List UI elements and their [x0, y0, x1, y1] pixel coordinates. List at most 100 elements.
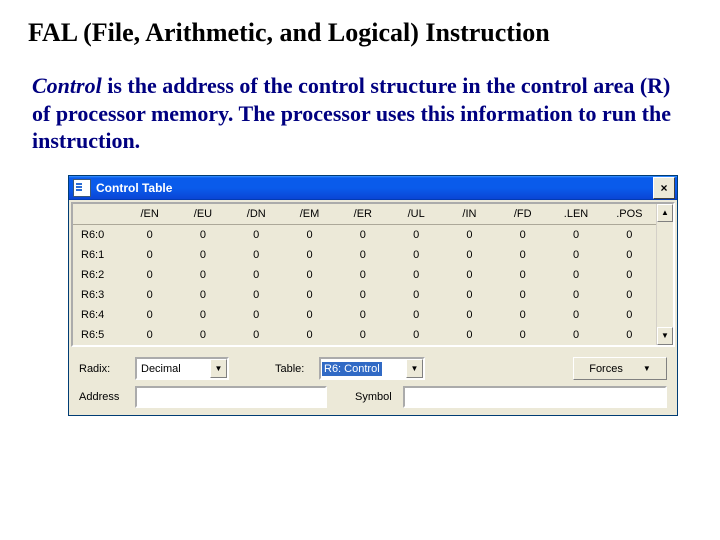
- cell[interactable]: 0: [283, 245, 336, 265]
- radix-value: Decimal: [137, 363, 210, 375]
- vertical-scrollbar[interactable]: ▲ ▼: [656, 204, 673, 345]
- cell[interactable]: 0: [496, 285, 549, 305]
- cell[interactable]: 0: [176, 305, 229, 325]
- table-row[interactable]: R6:00000000000: [73, 224, 656, 245]
- col-in: /IN: [443, 204, 496, 225]
- row-header: R6:1: [73, 245, 123, 265]
- cell[interactable]: 0: [230, 245, 283, 265]
- col-er: /ER: [336, 204, 389, 225]
- cell[interactable]: 0: [176, 224, 229, 245]
- symbol-input[interactable]: [403, 386, 667, 408]
- cell[interactable]: 0: [549, 305, 602, 325]
- chevron-down-icon[interactable]: ▼: [406, 359, 423, 378]
- table-row[interactable]: R6:40000000000: [73, 305, 656, 325]
- window-title: Control Table: [96, 181, 653, 195]
- col-fd: /FD: [496, 204, 549, 225]
- cell[interactable]: 0: [603, 224, 656, 245]
- cell[interactable]: 0: [176, 245, 229, 265]
- cell[interactable]: 0: [549, 245, 602, 265]
- cell[interactable]: 0: [389, 245, 442, 265]
- cell[interactable]: 0: [283, 305, 336, 325]
- address-input[interactable]: [135, 386, 327, 408]
- table-combo[interactable]: R6: Control ▼: [319, 357, 425, 380]
- cell[interactable]: 0: [443, 265, 496, 285]
- cell[interactable]: 0: [496, 305, 549, 325]
- titlebar[interactable]: Control Table ×: [69, 176, 677, 200]
- cell[interactable]: 0: [336, 224, 389, 245]
- cell[interactable]: 0: [443, 224, 496, 245]
- scroll-down-button[interactable]: ▼: [657, 327, 673, 345]
- cell[interactable]: 0: [123, 325, 176, 345]
- address-label: Address: [79, 391, 135, 403]
- cell[interactable]: 0: [549, 325, 602, 345]
- cell[interactable]: 0: [443, 285, 496, 305]
- cell[interactable]: 0: [389, 305, 442, 325]
- table-row[interactable]: R6:50000000000: [73, 325, 656, 345]
- cell[interactable]: 0: [549, 224, 602, 245]
- cell[interactable]: 0: [549, 265, 602, 285]
- cell[interactable]: 0: [230, 325, 283, 345]
- radix-combo[interactable]: Decimal ▼: [135, 357, 229, 380]
- control-table-window: Control Table × /EN /EU /DN /EM /ER /UL …: [68, 175, 678, 416]
- cell[interactable]: 0: [603, 285, 656, 305]
- cell[interactable]: 0: [443, 325, 496, 345]
- cell[interactable]: 0: [230, 285, 283, 305]
- cell[interactable]: 0: [230, 265, 283, 285]
- scroll-track[interactable]: [657, 222, 673, 327]
- table-row[interactable]: R6:20000000000: [73, 265, 656, 285]
- cell[interactable]: 0: [283, 224, 336, 245]
- forces-button[interactable]: Forces ▼: [573, 357, 667, 380]
- slide-title: FAL (File, Arithmetic, and Logical) Inst…: [28, 18, 692, 48]
- cell[interactable]: 0: [443, 245, 496, 265]
- cell[interactable]: 0: [123, 285, 176, 305]
- cell[interactable]: 0: [443, 305, 496, 325]
- lead-word: Control: [32, 73, 102, 98]
- cell[interactable]: 0: [336, 305, 389, 325]
- col-dn: /DN: [230, 204, 283, 225]
- cell[interactable]: 0: [603, 245, 656, 265]
- data-grid: /EN /EU /DN /EM /ER /UL /IN /FD .LEN .PO…: [71, 202, 675, 347]
- table-row[interactable]: R6:10000000000: [73, 245, 656, 265]
- scroll-up-button[interactable]: ▲: [657, 204, 673, 222]
- cell[interactable]: 0: [283, 325, 336, 345]
- cell[interactable]: 0: [336, 265, 389, 285]
- cell[interactable]: 0: [496, 245, 549, 265]
- cell[interactable]: 0: [389, 265, 442, 285]
- cell[interactable]: 0: [389, 285, 442, 305]
- cell[interactable]: 0: [230, 224, 283, 245]
- cell[interactable]: 0: [283, 265, 336, 285]
- cell[interactable]: 0: [496, 325, 549, 345]
- symbol-label: Symbol: [355, 391, 403, 403]
- cell[interactable]: 0: [336, 285, 389, 305]
- cell[interactable]: 0: [603, 305, 656, 325]
- cell[interactable]: 0: [283, 285, 336, 305]
- control-table: /EN /EU /DN /EM /ER /UL /IN /FD .LEN .PO…: [73, 204, 656, 345]
- cell[interactable]: 0: [176, 285, 229, 305]
- app-icon: [73, 179, 91, 197]
- cell[interactable]: 0: [549, 285, 602, 305]
- cell[interactable]: 0: [603, 325, 656, 345]
- col-em: /EM: [283, 204, 336, 225]
- cell[interactable]: 0: [123, 224, 176, 245]
- cell[interactable]: 0: [389, 224, 442, 245]
- close-button[interactable]: ×: [653, 177, 675, 199]
- row-header: R6:4: [73, 305, 123, 325]
- cell[interactable]: 0: [123, 305, 176, 325]
- cell[interactable]: 0: [176, 325, 229, 345]
- cell[interactable]: 0: [496, 224, 549, 245]
- cell[interactable]: 0: [176, 265, 229, 285]
- cell[interactable]: 0: [336, 325, 389, 345]
- cell[interactable]: 0: [230, 305, 283, 325]
- chevron-down-icon[interactable]: ▼: [210, 359, 227, 378]
- body-rest: is the address of the control structure …: [32, 73, 671, 153]
- col-en: /EN: [123, 204, 176, 225]
- cell[interactable]: 0: [123, 245, 176, 265]
- cell[interactable]: 0: [496, 265, 549, 285]
- table-row[interactable]: R6:30000000000: [73, 285, 656, 305]
- table-label: Table:: [275, 363, 319, 375]
- slide-body: Control is the address of the control st…: [32, 72, 692, 155]
- cell[interactable]: 0: [123, 265, 176, 285]
- cell[interactable]: 0: [603, 265, 656, 285]
- cell[interactable]: 0: [336, 245, 389, 265]
- cell[interactable]: 0: [389, 325, 442, 345]
